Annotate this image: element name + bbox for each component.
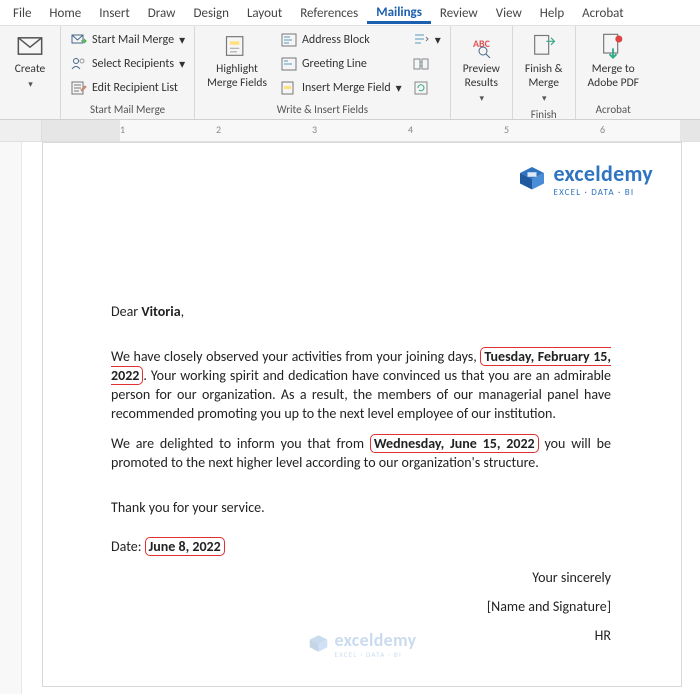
finish-icon — [529, 31, 559, 61]
highlight-icon — [222, 31, 252, 61]
tab-review[interactable]: Review — [431, 2, 487, 24]
finish-merge-button[interactable]: Finish & Merge ▾ — [519, 29, 569, 106]
page-scroll[interactable]: exceldemy EXCEL · DATA · BI Dear Vitoria… — [22, 142, 700, 694]
chevron-down-icon: ▾ — [396, 81, 402, 96]
ribbon: Create ▾ Start Mail Merge▾ Select Recipi… — [0, 26, 700, 120]
signature-1: Your sincerely — [111, 569, 611, 588]
create-button[interactable]: Create ▾ — [6, 29, 54, 92]
highlight-label: Highlight Merge Fields — [207, 63, 267, 91]
create-label: Create — [15, 63, 46, 77]
tab-insert[interactable]: Insert — [90, 2, 139, 24]
chevron-down-icon: ▾ — [179, 57, 185, 72]
signature-2: [Name and Signature] — [111, 598, 611, 617]
thanks-line: Thank you for your service. — [111, 499, 611, 518]
chevron-down-icon: ▾ — [435, 33, 441, 48]
rules-button[interactable]: ▾ — [409, 29, 444, 51]
ruler-horizontal: 123456 — [0, 120, 700, 142]
group-acrobat: Merge to Adobe PDF Acrobat — [576, 26, 651, 119]
ribbon-tabs: FileHomeInsertDrawDesignLayoutReferences… — [0, 0, 700, 26]
start-mail-merge-button[interactable]: Start Mail Merge▾ — [67, 29, 188, 51]
workspace: exceldemy EXCEL · DATA · BI Dear Vitoria… — [0, 142, 700, 694]
promotion-date-field: Wednesday, June 15, 2022 — [370, 434, 539, 453]
preview-results-button[interactable]: ABC Preview Results ▾ — [457, 29, 506, 106]
edit-recipient-list-button[interactable]: Edit Recipient List — [67, 77, 188, 99]
chevron-down-icon: ▾ — [480, 93, 485, 104]
highlight-merge-fields-button[interactable]: Highlight Merge Fields — [201, 29, 273, 93]
recipient-name: Vitoria — [141, 303, 180, 320]
svg-text:ABC: ABC — [473, 37, 491, 50]
group-create: Create ▾ — [0, 26, 61, 119]
tab-view[interactable]: View — [487, 2, 531, 24]
tab-help[interactable]: Help — [531, 2, 573, 24]
update-labels-button[interactable] — [409, 77, 444, 99]
date-line: Date: June 8, 2022 — [111, 538, 611, 557]
mail-merge-icon — [70, 31, 88, 49]
insert-merge-field-button[interactable]: Insert Merge Field▾ — [277, 77, 405, 99]
match-fields-button[interactable] — [409, 53, 444, 75]
pdf-icon — [598, 31, 628, 61]
tab-layout[interactable]: Layout — [238, 2, 291, 24]
greeting-icon — [280, 55, 298, 73]
tab-home[interactable]: Home — [40, 2, 90, 24]
envelope-icon — [15, 31, 45, 61]
tab-file[interactable]: File — [4, 2, 40, 24]
edit-list-icon — [70, 79, 88, 97]
tab-design[interactable]: Design — [184, 2, 237, 24]
letter-date-field: June 8, 2022 — [145, 537, 225, 556]
greeting-line-button[interactable]: Greeting Line — [277, 53, 405, 75]
update-icon — [412, 79, 430, 97]
chevron-down-icon: ▾ — [179, 33, 185, 48]
tab-references[interactable]: References — [291, 2, 367, 24]
paragraph-2: We are delighted to inform you that from… — [111, 435, 611, 473]
preview-icon: ABC — [466, 31, 496, 61]
group-start-mail-merge: Start Mail Merge▾ Select Recipients▾ Edi… — [61, 26, 195, 119]
group-label-start: Start Mail Merge — [67, 101, 188, 119]
signature-3: HR — [111, 627, 611, 646]
tab-draw[interactable]: Draw — [139, 2, 185, 24]
document-page: exceldemy EXCEL · DATA · BI Dear Vitoria… — [42, 142, 682, 687]
select-recipients-button[interactable]: Select Recipients▾ — [67, 53, 188, 75]
merge-to-pdf-button[interactable]: Merge to Adobe PDF — [582, 29, 645, 93]
group-write-insert: Highlight Merge Fields Address Block Gre… — [195, 26, 451, 119]
logo-text: exceldemy — [553, 159, 653, 189]
match-icon — [412, 55, 430, 73]
tab-acrobat[interactable]: Acrobat — [573, 2, 633, 24]
ruler-vertical[interactable] — [0, 142, 22, 694]
insert-field-icon — [280, 79, 298, 97]
group-finish: Finish & Merge ▾ Finish — [513, 26, 576, 119]
chevron-down-icon: ▾ — [542, 93, 547, 104]
rules-icon — [412, 31, 430, 49]
tab-mailings[interactable]: Mailings — [367, 1, 431, 24]
address-block-button[interactable]: Address Block — [277, 29, 405, 51]
logo-mark-icon — [517, 164, 547, 194]
group-label-write: Write & Insert Fields — [201, 101, 444, 119]
group-label-acrobat: Acrobat — [582, 101, 645, 119]
greeting-line: Dear Vitoria, — [111, 303, 611, 322]
brand-logo: exceldemy EXCEL · DATA · BI — [517, 159, 653, 199]
recipients-icon — [70, 55, 88, 73]
ruler-h[interactable]: 123456 — [42, 120, 700, 141]
address-block-icon — [280, 31, 298, 49]
chevron-down-icon: ▾ — [28, 79, 33, 90]
paragraph-1: We have closely observed your activities… — [111, 348, 611, 424]
group-preview: ABC Preview Results ▾ — [451, 26, 513, 119]
